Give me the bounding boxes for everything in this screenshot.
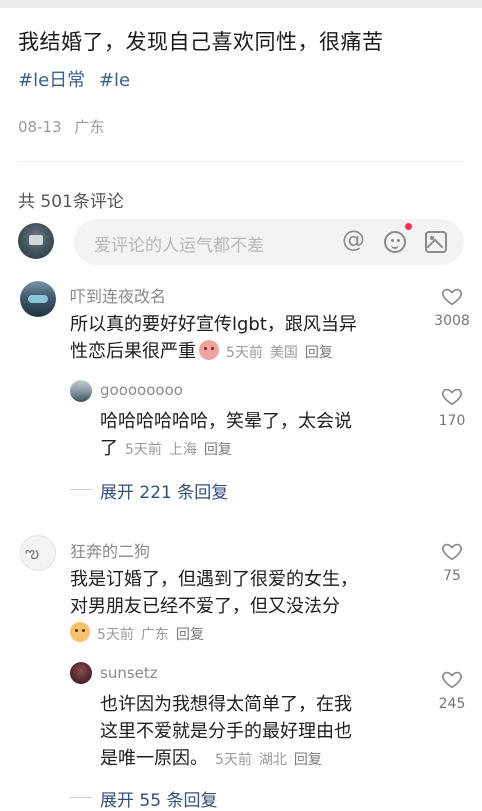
reply-button[interactable]: 回复 xyxy=(294,752,322,768)
tag-link[interactable]: #le日常 xyxy=(18,70,85,91)
image-icon[interactable] xyxy=(425,231,447,253)
emoji-icon[interactable] xyxy=(384,231,406,253)
emoji-icon xyxy=(70,622,90,642)
like-button[interactable]: 245 xyxy=(422,668,482,712)
comment-time: 5天前 xyxy=(226,345,263,361)
like-count: 245 xyxy=(438,696,466,712)
notification-dot xyxy=(405,223,412,230)
expand-replies-button[interactable]: 展开 55 条回复 xyxy=(100,786,217,811)
avatar[interactable] xyxy=(70,662,92,684)
comment-time: 5天前 xyxy=(125,442,162,458)
heart-icon xyxy=(442,388,462,406)
comment-line: 这里不爱就是分手的最好理由也 xyxy=(100,721,352,742)
my-avatar xyxy=(18,223,54,259)
tag-link[interactable]: #le xyxy=(99,70,130,91)
comment-text: 我是订婚了，但遇到了很爱的女生， 对男朋友已经不爱了，但又没法分 5天前 广东 回复 xyxy=(70,566,358,649)
comment-location: 上海 xyxy=(168,442,197,458)
post-title: 我结婚了，发现自己喜欢同性，很痛苦 xyxy=(18,30,384,54)
comment-line-with-meta: 了 5天前 上海 回复 xyxy=(100,435,352,464)
comment-line-with-meta: 是唯一原因。 5天前 湖北 回复 xyxy=(100,745,352,774)
comment-line: 性恋后果很严重 xyxy=(70,341,196,362)
comment-line: 对男朋友已经不爱了，但又没法分 xyxy=(70,596,340,617)
post-date: 08-13 xyxy=(18,118,62,136)
comment-time: 5天前 xyxy=(215,752,252,768)
comment-line: 哈哈哈哈哈哈，笑晕了，太会说 xyxy=(100,411,352,432)
like-count: 75 xyxy=(443,568,461,584)
at-icon[interactable]: @ xyxy=(342,229,365,252)
comment-username[interactable]: 吓到连夜改名 xyxy=(70,283,166,307)
like-button[interactable]: 170 xyxy=(422,385,482,429)
expand-replies-button[interactable]: 展开 221 条回复 xyxy=(100,478,228,503)
comment-meta-row: 5天前 广东 回复 xyxy=(70,620,358,649)
like-button[interactable]: 3008 xyxy=(422,285,482,329)
reply-username[interactable]: sunsetz xyxy=(100,664,158,682)
heart-icon xyxy=(442,543,462,561)
comment-location: 美国 xyxy=(269,345,298,361)
comment-input[interactable]: 爱评论的人运气都不差 @ xyxy=(74,219,464,265)
avatar[interactable]: ఌ xyxy=(20,535,56,571)
post-tags: #le日常 #le xyxy=(18,66,138,92)
comment-count: 共 501条评论 xyxy=(18,192,124,212)
like-count: 3008 xyxy=(434,313,470,329)
comment-line: 也许因为我想得太简单了，在我 xyxy=(100,694,352,715)
comment-text: 所以真的要好好宣传lgbt，跟风当异 性恋后果很严重 5天前 美国 回复 xyxy=(70,311,357,367)
divider xyxy=(18,161,464,162)
post-location: 广东 xyxy=(74,118,105,136)
reply-text: 也许因为我想得太简单了，在我 这里不爱就是分手的最好理由也 是唯一原因。 5天前湖… xyxy=(100,691,352,774)
comment-line: 是唯一原因。 xyxy=(100,748,208,769)
like-button[interactable]: 75 xyxy=(422,540,482,584)
reply-button[interactable]: 回复 xyxy=(204,442,232,458)
expand-line xyxy=(70,489,92,490)
reply-text: 哈哈哈哈哈哈，笑晕了，太会说 了 5天前 上海 回复 xyxy=(100,408,352,464)
comment-line: 所以真的要好好宣传lgbt，跟风当异 xyxy=(70,314,357,335)
comment-line: 了 xyxy=(100,438,118,459)
avatar[interactable] xyxy=(20,281,56,317)
heart-icon xyxy=(442,288,462,306)
comment-line: 我是订婚了，但遇到了很爱的女生， xyxy=(70,569,358,590)
comment-time: 5天前 xyxy=(97,627,134,643)
comment-line-with-meta: 性恋后果很严重 5天前 美国 回复 xyxy=(70,338,357,367)
comment-location: 广东 xyxy=(140,627,169,643)
comment-location: 湖北 xyxy=(258,752,287,768)
reply-username[interactable]: goooooooo xyxy=(100,381,183,399)
reply-button[interactable]: 回复 xyxy=(176,627,204,643)
expand-line xyxy=(70,797,92,798)
crying-emoji-icon xyxy=(199,340,219,360)
heart-icon xyxy=(442,671,462,689)
comment-username[interactable]: 狂奔的二狗 xyxy=(70,538,150,562)
like-count: 170 xyxy=(438,413,466,429)
reply-button[interactable]: 回复 xyxy=(305,345,333,361)
comment-input-placeholder: 爱评论的人运气都不差 xyxy=(94,236,264,256)
post-meta: 08-13 广东 xyxy=(18,116,112,137)
top-strip xyxy=(0,0,482,8)
avatar[interactable] xyxy=(70,380,92,402)
